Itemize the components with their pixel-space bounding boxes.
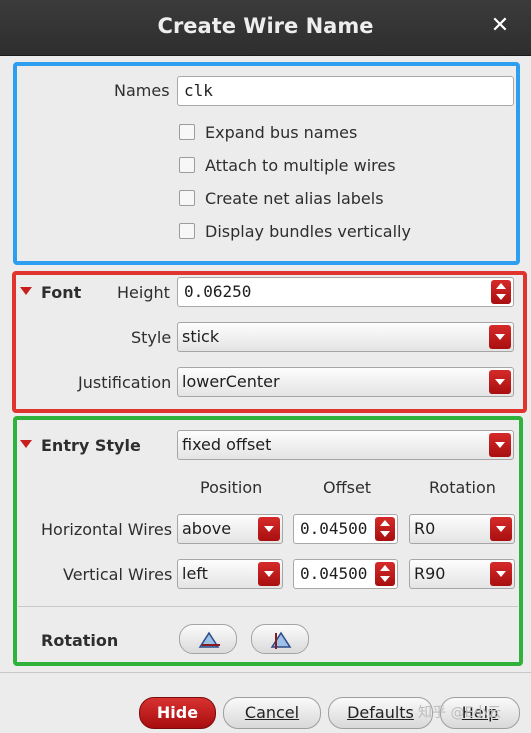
rotation-label: Rotation (41, 631, 119, 650)
font-section-label: Font (41, 283, 82, 302)
vertical-position-dropdown[interactable]: left (177, 559, 283, 589)
rotation-column-header: Rotation (429, 478, 496, 497)
dialog-title: Create Wire Name (157, 14, 374, 38)
chevron-down-icon (258, 562, 280, 586)
chevron-down-icon (489, 433, 511, 457)
height-label: Height (117, 283, 170, 302)
separator (18, 606, 518, 607)
style-label: Style (131, 328, 172, 347)
defaults-label: Defaults (347, 703, 414, 722)
chevron-down-icon (490, 562, 512, 586)
vertical-rotation-value: R90 (414, 564, 446, 583)
chevron-down-icon (490, 517, 512, 541)
attach-multiple-wires-label: Attach to multiple wires (205, 156, 396, 175)
vertical-offset-value: 0.04500 (300, 564, 368, 583)
chevron-down-icon (258, 517, 280, 541)
cancel-button[interactable]: Cancel (223, 697, 321, 729)
create-net-alias-label: Create net alias labels (205, 189, 384, 208)
horizontal-position-dropdown[interactable]: above (177, 514, 283, 544)
justification-dropdown[interactable]: lowerCenter (177, 367, 514, 397)
horizontal-offset-value: 0.04500 (300, 519, 368, 538)
cancel-label: Cancel (244, 703, 300, 722)
horizontal-rotation-value: R0 (414, 519, 436, 538)
style-value: stick (182, 327, 220, 346)
vertical-position-value: left (182, 564, 208, 583)
watermark: 知乎 @E小云 (418, 705, 502, 721)
names-input[interactable]: clk (177, 76, 514, 106)
horizontal-offset-spin-icon[interactable] (375, 517, 395, 541)
expand-bus-names-checkbox[interactable] (179, 124, 195, 140)
attach-multiple-wires-checkbox[interactable] (179, 157, 195, 173)
justification-value: lowerCenter (182, 372, 280, 391)
entry-style-dropdown[interactable]: fixed offset (177, 430, 514, 460)
title-bar: Create Wire Name ✕ (0, 0, 531, 56)
horizontal-rotation-dropdown[interactable]: R0 (409, 514, 515, 544)
display-bundles-vertically-checkbox[interactable] (179, 223, 195, 239)
height-value: 0.06250 (184, 282, 252, 301)
rotate-right-icon (270, 631, 292, 649)
offset-column-header: Offset (323, 478, 372, 497)
vertical-rotation-dropdown[interactable]: R90 (409, 559, 515, 589)
rotate-right-button[interactable] (251, 624, 309, 654)
justification-label: Justification (78, 373, 172, 392)
display-bundles-vertically-label: Display bundles vertically (205, 222, 411, 241)
position-column-header: Position (200, 478, 263, 497)
create-net-alias-checkbox[interactable] (179, 190, 195, 206)
expand-bus-names-label: Expand bus names (205, 123, 358, 142)
entry-style-value: fixed offset (182, 435, 272, 454)
separator (0, 672, 531, 673)
hide-button[interactable]: Hide (139, 697, 216, 729)
chevron-down-icon (489, 370, 511, 394)
horizontal-position-value: above (182, 519, 232, 538)
style-dropdown[interactable]: stick (177, 322, 514, 352)
chevron-down-icon (489, 325, 511, 349)
entry-style-label: Entry Style (41, 436, 141, 455)
height-spin-icon[interactable] (491, 280, 511, 304)
rotate-left-icon (198, 631, 220, 648)
rotate-left-button[interactable] (179, 624, 237, 654)
expand-triangle-icon[interactable] (20, 440, 32, 448)
expand-triangle-icon[interactable] (20, 287, 32, 295)
vertical-offset-spinbox[interactable]: 0.04500 (293, 559, 398, 589)
horizontal-offset-spinbox[interactable]: 0.04500 (293, 514, 398, 544)
height-spinbox[interactable]: 0.06250 (177, 277, 514, 307)
vertical-wires-label: Vertical Wires (63, 565, 173, 584)
horizontal-wires-label: Horizontal Wires (41, 520, 173, 539)
names-label: Names (114, 81, 170, 100)
vertical-offset-spin-icon[interactable] (375, 562, 395, 586)
close-icon[interactable]: ✕ (487, 13, 513, 39)
